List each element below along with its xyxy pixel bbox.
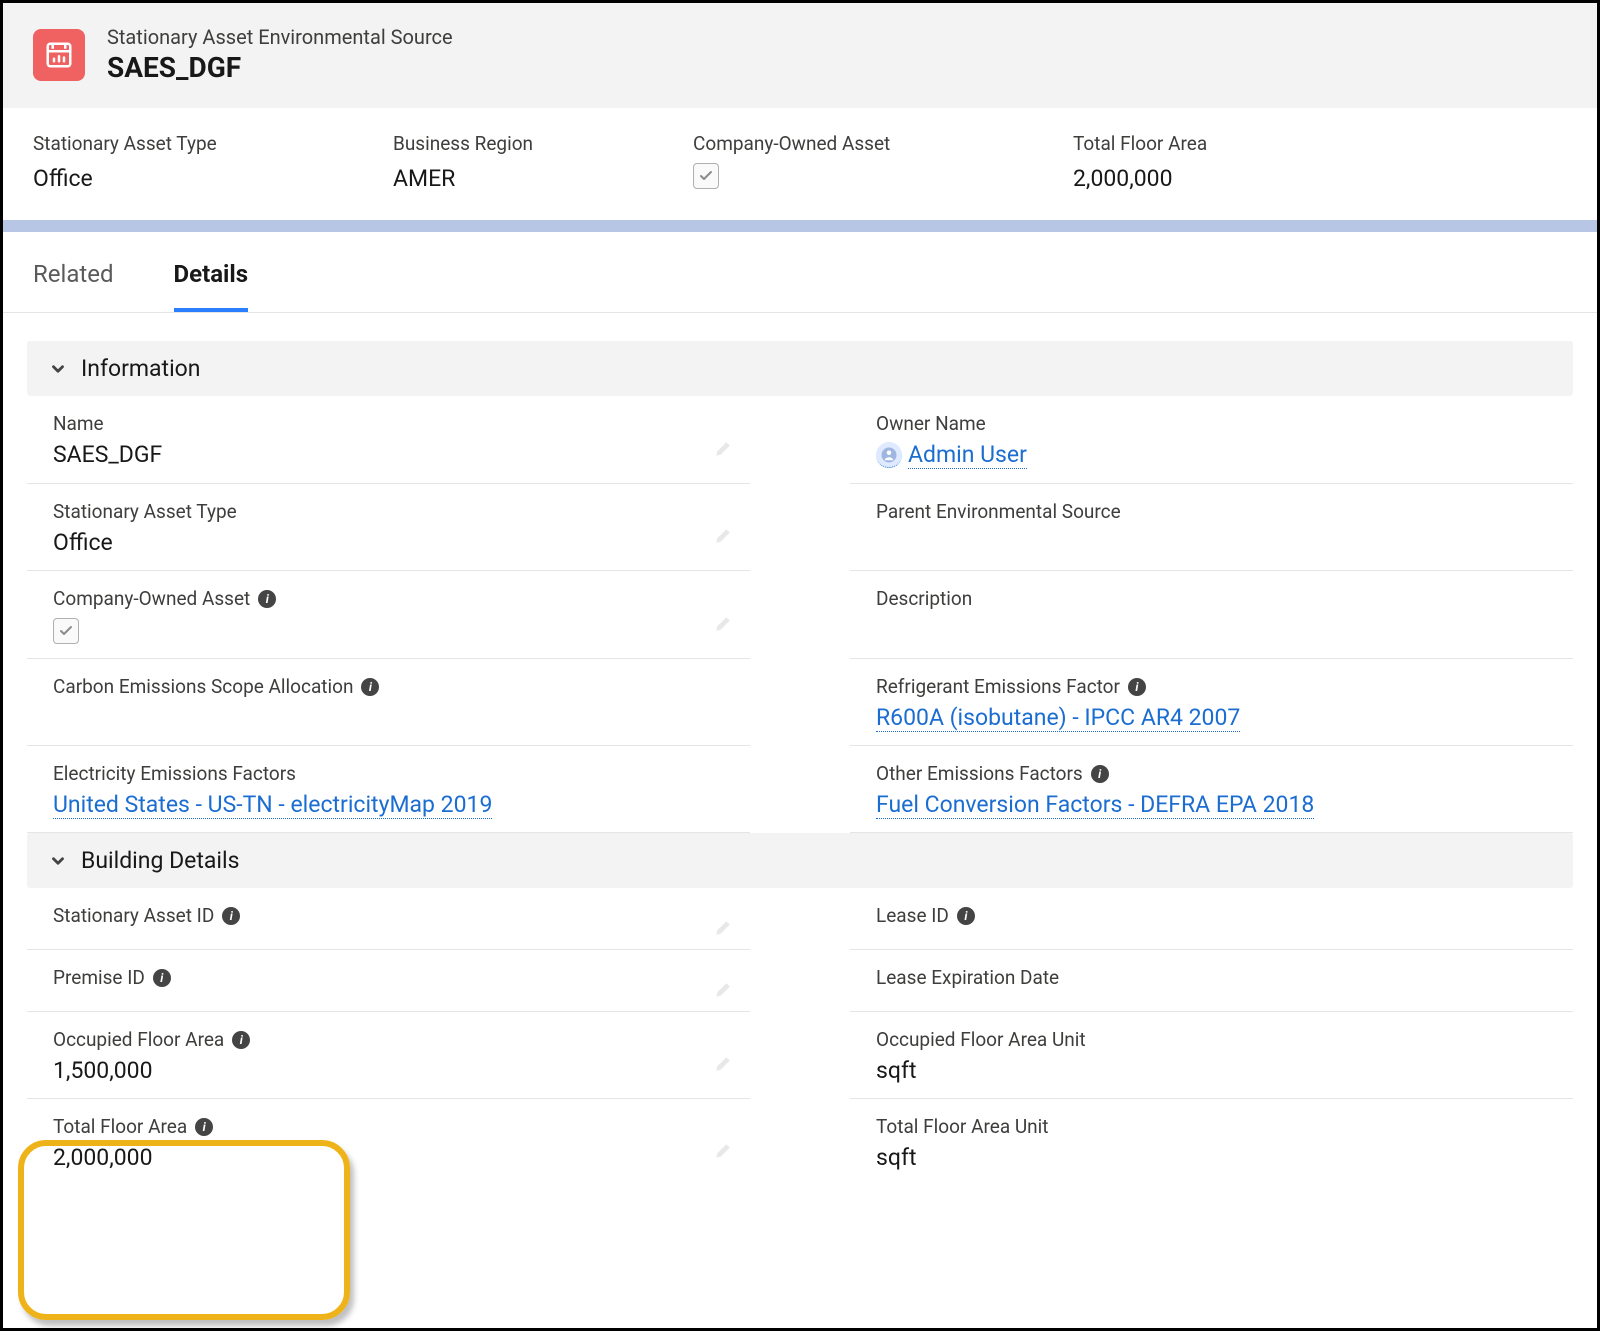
section-information-header[interactable]: Information: [27, 341, 1573, 396]
field-lease-id-label: Lease ID: [876, 904, 949, 927]
pencil-icon: [714, 440, 732, 458]
field-parent-label: Parent Environmental Source: [876, 500, 1565, 523]
field-description-label: Description: [876, 587, 1565, 610]
pencil-icon: [714, 981, 732, 999]
record-icon: [33, 29, 85, 81]
field-other-label: Other Emissions Factors: [876, 762, 1083, 785]
section-building-header[interactable]: Building Details: [27, 833, 1573, 888]
field-owner: Owner Name Admin User: [850, 396, 1573, 484]
tab-details[interactable]: Details: [174, 260, 249, 312]
highlight-company-owned-label: Company-Owned Asset: [693, 132, 1013, 155]
divider: [3, 220, 1597, 232]
highlight-region-value: AMER: [393, 165, 633, 192]
info-icon[interactable]: i: [258, 590, 276, 608]
section-building-title: Building Details: [81, 847, 239, 874]
highlight-company-owned-checkbox: [693, 163, 719, 189]
field-name-value: SAES_DGF: [53, 441, 742, 468]
field-premise-id-label: Premise ID: [53, 966, 145, 989]
pencil-icon: [714, 1055, 732, 1073]
pencil-icon: [714, 1142, 732, 1160]
field-asset-id[interactable]: Stationary Asset ID i: [27, 888, 750, 950]
field-company-owned[interactable]: Company-Owned Asset i: [27, 571, 750, 659]
field-company-owned-checkbox: [53, 618, 79, 644]
field-occupied-area-label: Occupied Floor Area: [53, 1028, 224, 1051]
field-owner-label: Owner Name: [876, 412, 1565, 435]
field-occupied-area[interactable]: Occupied Floor Area i 1,500,000: [27, 1012, 750, 1099]
field-occupied-unit-label: Occupied Floor Area Unit: [876, 1028, 1565, 1051]
field-name-label: Name: [53, 412, 742, 435]
object-label: Stationary Asset Environmental Source: [107, 25, 453, 49]
record-title: SAES_DGF: [107, 51, 453, 84]
field-premise-id[interactable]: Premise ID i: [27, 950, 750, 1012]
info-icon[interactable]: i: [957, 907, 975, 925]
info-icon[interactable]: i: [195, 1118, 213, 1136]
tab-related[interactable]: Related: [33, 260, 114, 312]
field-owner-value[interactable]: Admin User: [908, 441, 1027, 469]
field-total-area-value: 2,000,000: [53, 1144, 742, 1171]
information-fields: Name SAES_DGF Owner Name Admin User Stat…: [3, 396, 1597, 833]
field-asset-type[interactable]: Stationary Asset Type Office: [27, 484, 750, 571]
info-icon[interactable]: i: [1091, 765, 1109, 783]
pencil-icon: [714, 919, 732, 937]
field-scope-allocation: Carbon Emissions Scope Allocation i: [27, 659, 750, 746]
record-header: Stationary Asset Environmental Source SA…: [3, 3, 1597, 108]
field-scope-label: Carbon Emissions Scope Allocation: [53, 675, 353, 698]
field-parent-env-source: Parent Environmental Source: [850, 484, 1573, 571]
chevron-down-icon: [49, 360, 67, 378]
field-total-area-label: Total Floor Area: [53, 1115, 187, 1138]
field-occupied-area-value: 1,500,000: [53, 1057, 742, 1084]
field-total-unit: Total Floor Area Unit sqft: [850, 1099, 1573, 1185]
field-electricity-label: Electricity Emissions Factors: [53, 762, 742, 785]
pencil-icon: [714, 527, 732, 545]
highlight-region-label: Business Region: [393, 132, 633, 155]
avatar-icon: [876, 442, 902, 468]
field-electricity-factors: Electricity Emissions Factors United Sta…: [27, 746, 750, 833]
field-refrigerant-label: Refrigerant Emissions Factor: [876, 675, 1120, 698]
field-total-area[interactable]: Total Floor Area i 2,000,000: [27, 1099, 750, 1185]
field-other-value[interactable]: Fuel Conversion Factors - DEFRA EPA 2018: [876, 791, 1314, 819]
field-occupied-unit-value: sqft: [876, 1057, 1565, 1084]
field-asset-type-label: Stationary Asset Type: [53, 500, 742, 523]
field-other-factors: Other Emissions Factors i Fuel Conversio…: [850, 746, 1573, 833]
field-total-unit-value: sqft: [876, 1144, 1565, 1171]
field-lease-id: Lease ID i: [850, 888, 1573, 950]
info-icon[interactable]: i: [153, 969, 171, 987]
building-fields: Stationary Asset ID i Lease ID i Premise…: [3, 888, 1597, 1185]
chevron-down-icon: [49, 852, 67, 870]
highlight-total-floor-value: 2,000,000: [1073, 165, 1207, 192]
field-total-unit-label: Total Floor Area Unit: [876, 1115, 1565, 1138]
field-lease-exp-label: Lease Expiration Date: [876, 966, 1565, 989]
info-icon[interactable]: i: [222, 907, 240, 925]
section-information-title: Information: [81, 355, 200, 382]
tabs: Related Details: [3, 232, 1597, 313]
info-icon[interactable]: i: [1128, 678, 1146, 696]
info-icon[interactable]: i: [361, 678, 379, 696]
highlight-asset-type-value: Office: [33, 165, 333, 192]
field-asset-id-label: Stationary Asset ID: [53, 904, 214, 927]
pencil-icon: [714, 615, 732, 633]
field-lease-expiration: Lease Expiration Date: [850, 950, 1573, 1012]
highlight-asset-type-label: Stationary Asset Type: [33, 132, 333, 155]
field-name[interactable]: Name SAES_DGF: [27, 396, 750, 484]
field-company-owned-label: Company-Owned Asset: [53, 587, 250, 610]
field-refrigerant-factor: Refrigerant Emissions Factor i R600A (is…: [850, 659, 1573, 746]
field-occupied-unit: Occupied Floor Area Unit sqft: [850, 1012, 1573, 1099]
field-asset-type-value: Office: [53, 529, 742, 556]
highlights-panel: Stationary Asset Type Office Business Re…: [3, 108, 1597, 220]
field-electricity-value[interactable]: United States - US-TN - electricityMap 2…: [53, 791, 492, 819]
info-icon[interactable]: i: [232, 1031, 250, 1049]
field-description: Description: [850, 571, 1573, 659]
highlight-total-floor-label: Total Floor Area: [1073, 132, 1207, 155]
field-refrigerant-value[interactable]: R600A (isobutane) - IPCC AR4 2007: [876, 704, 1240, 732]
